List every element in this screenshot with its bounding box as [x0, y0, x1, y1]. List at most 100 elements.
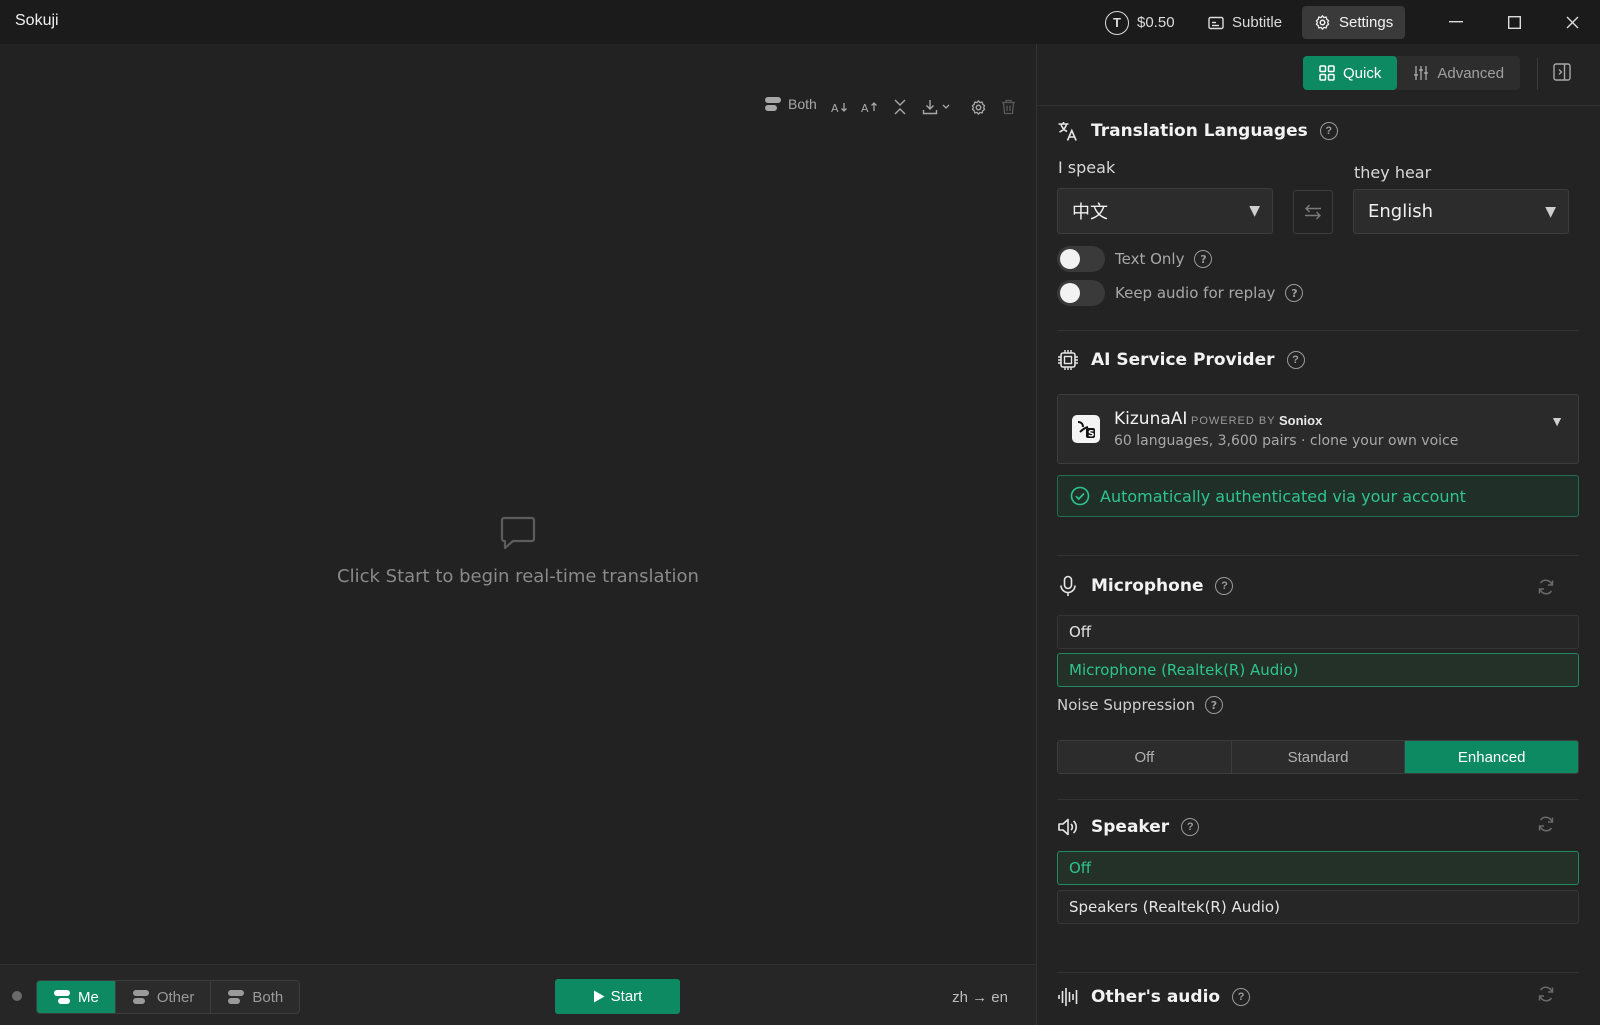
panel-collapse-icon[interactable] [1553, 63, 1571, 81]
help-icon[interactable]: ? [1232, 988, 1251, 1006]
keep-audio-label: Keep audio for replay [1115, 284, 1276, 302]
caret-down-icon: ▼ [1545, 204, 1556, 220]
help-icon[interactable]: ? [1319, 122, 1338, 140]
speaker-section-title: Speaker [1091, 817, 1170, 837]
gear-icon [1314, 14, 1331, 31]
other-audio-section-header: Other's audio ? [1057, 986, 1251, 1008]
subtitle-button[interactable]: Subtitle [1196, 6, 1294, 39]
provider-select[interactable]: S KizunaAI POWERED BY Soniox 60 language… [1057, 394, 1579, 464]
dual-bubble-icon [132, 989, 150, 1005]
auth-status-text: Automatically authenticated via your acc… [1100, 486, 1466, 506]
help-icon[interactable]: ? [1205, 696, 1223, 714]
empty-state: Click Start to begin real-time translati… [0, 514, 1036, 587]
filter-other-label: Other [156, 988, 195, 1006]
empty-state-text: Click Start to begin real-time translati… [337, 566, 699, 587]
dual-bubble-icon [227, 989, 245, 1005]
speaker-option-label: Off [1069, 859, 1092, 877]
language-pair: zh → en [952, 989, 1008, 1006]
other-audio-section-title: Other's audio [1091, 987, 1221, 1007]
chat-bubble-icon [0, 514, 1036, 552]
section-divider [1057, 799, 1579, 800]
filter-both-button[interactable]: Both [211, 981, 299, 1013]
balance-value: $0.50 [1137, 14, 1175, 31]
noise-standard-button[interactable]: Standard [1231, 741, 1406, 773]
balance-button[interactable]: T $0.50 [1093, 6, 1187, 39]
caret-down-icon: ▼ [1249, 203, 1260, 219]
status-dot [12, 991, 22, 1001]
swap-languages-button[interactable] [1293, 190, 1333, 234]
tab-quick-label: Quick [1343, 64, 1382, 82]
refresh-other-audio-icon[interactable] [1537, 985, 1555, 1003]
microphone-icon [1057, 575, 1079, 597]
gear-icon[interactable] [968, 96, 988, 118]
noise-suppression-row: Noise Suppression ? [1057, 696, 1223, 714]
caret-down-icon: ▼ [1550, 413, 1564, 429]
section-divider [1057, 330, 1579, 331]
translation-section-header: Translation Languages ? [1057, 120, 1338, 142]
tab-advanced[interactable]: Advanced [1397, 56, 1520, 90]
start-button[interactable]: Start [555, 979, 680, 1014]
source-language-value: 中文 [1072, 202, 1108, 223]
dual-bubble-icon [764, 96, 782, 112]
speaker-option-off[interactable]: Off [1057, 851, 1579, 885]
subtitle-icon [1208, 16, 1224, 30]
microphone-option-off[interactable]: Off [1057, 615, 1579, 649]
help-icon[interactable]: ? [1285, 284, 1304, 302]
noise-suppression-selector: Off Standard Enhanced [1057, 740, 1579, 774]
source-language-select[interactable]: 中文 ▼ [1057, 188, 1273, 234]
provider-description: 60 languages, 3,600 pairs · clone your o… [1114, 433, 1459, 449]
provider-section-title: AI Service Provider [1091, 350, 1275, 370]
trash-icon[interactable] [998, 96, 1018, 118]
help-icon[interactable]: ? [1194, 250, 1213, 268]
token-icon: T [1105, 10, 1129, 35]
close-button[interactable] [1544, 0, 1600, 44]
settings-mode-switch: Quick Advanced [1303, 56, 1521, 90]
settings-label: Settings [1339, 14, 1394, 31]
bottom-bar: Me Other Both Start zh → en [0, 964, 1036, 1025]
help-icon[interactable]: ? [1286, 351, 1305, 369]
minimize-button[interactable] [1428, 0, 1484, 44]
provider-logo-icon: S [1072, 415, 1100, 443]
microphone-option-realtek[interactable]: Microphone (Realtek(R) Audio) [1057, 653, 1579, 687]
font-decrease-icon[interactable]: A [830, 96, 850, 118]
speaker-option-realtek[interactable]: Speakers (Realtek(R) Audio) [1057, 890, 1579, 924]
subtitle-label: Subtitle [1232, 14, 1283, 31]
help-icon[interactable]: ? [1215, 577, 1234, 595]
refresh-microphones-icon[interactable] [1537, 578, 1555, 596]
tab-advanced-label: Advanced [1437, 64, 1505, 82]
svg-text:A: A [831, 102, 839, 114]
speaker-icon [1057, 816, 1079, 838]
title-bar: Sokuji T $0.50 Subtitle Settings [0, 0, 1600, 44]
help-icon[interactable]: ? [1181, 818, 1200, 836]
noise-off-button[interactable]: Off [1058, 741, 1232, 773]
download-icon[interactable] [920, 96, 956, 118]
translate-icon [1057, 120, 1079, 142]
microphone-section-header: Microphone ? [1057, 575, 1234, 597]
keep-audio-toggle[interactable] [1057, 280, 1105, 306]
dual-bubble-icon [53, 989, 71, 1005]
view-mode-both[interactable]: Both [764, 96, 817, 112]
svg-text:A: A [861, 102, 869, 114]
target-language-select[interactable]: English ▼ [1353, 189, 1569, 234]
filter-me-button[interactable]: Me [37, 981, 116, 1013]
filter-other-button[interactable]: Other [116, 981, 212, 1013]
app-title: Sokuji [15, 12, 59, 29]
provider-powered-by: POWERED BY [1191, 415, 1276, 427]
maximize-button[interactable] [1486, 0, 1542, 44]
collapse-icon[interactable] [890, 96, 910, 118]
microphone-section-title: Microphone [1091, 576, 1204, 596]
settings-button[interactable]: Settings [1302, 6, 1406, 39]
text-only-toggle[interactable] [1057, 246, 1105, 272]
speaker-filter: Me Other Both [36, 980, 301, 1014]
font-increase-icon[interactable]: A [860, 96, 880, 118]
source-language-label: I speak [1058, 158, 1116, 177]
speaker-section-header: Speaker ? [1057, 816, 1200, 838]
tab-quick[interactable]: Quick [1303, 56, 1398, 90]
speaker-option-label: Speakers (Realtek(R) Audio) [1069, 898, 1280, 916]
noise-enhanced-button[interactable]: Enhanced [1405, 741, 1578, 773]
provider-section-header: AI Service Provider ? [1057, 349, 1305, 371]
transcript-area: Both A A Click Start to begin real-time … [0, 44, 1036, 964]
refresh-speakers-icon[interactable] [1537, 815, 1555, 833]
section-divider [1057, 555, 1579, 556]
view-mode-label: Both [788, 96, 817, 112]
